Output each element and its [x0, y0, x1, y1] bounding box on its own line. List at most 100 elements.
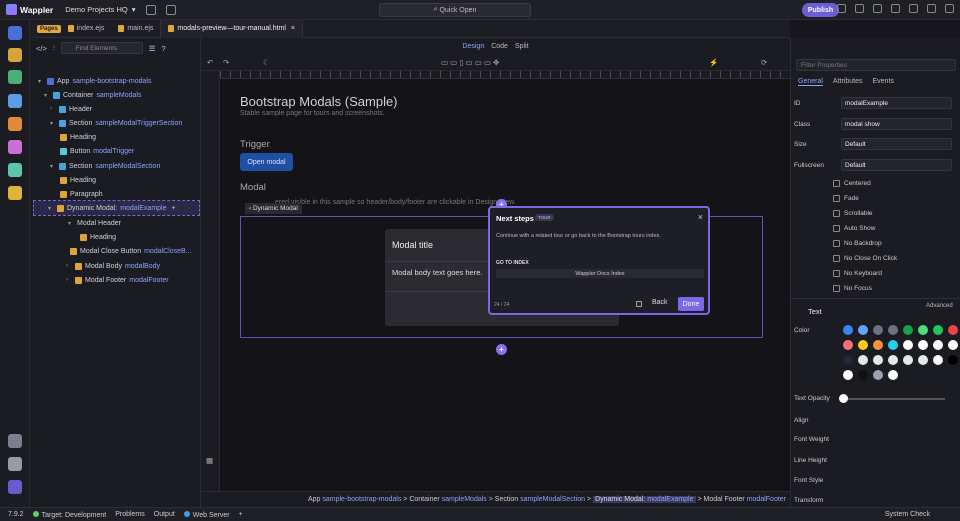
dynamic-modal-tag[interactable]: ‹ Dynamic Modal — [245, 203, 302, 214]
split-view-tab[interactable]: Split — [515, 43, 529, 50]
redo-icon[interactable]: ↷ — [223, 58, 229, 67]
filter-icon[interactable]: ⫶ — [53, 43, 55, 53]
structure-icon[interactable] — [8, 70, 22, 84]
open-modal-button[interactable]: Open modal — [240, 153, 293, 171]
color-swatch[interactable] — [843, 340, 853, 350]
size-select[interactable]: Default — [841, 138, 952, 150]
settings-icon[interactable] — [145, 4, 156, 15]
tree-item-heading[interactable]: Heading — [80, 230, 116, 244]
tree-item-app[interactable]: ▾ App sample-bootstrap-modals — [38, 74, 151, 88]
color-swatch[interactable] — [858, 355, 868, 365]
help-icon[interactable]: ? — [161, 44, 165, 53]
undo-icon[interactable]: ↶ — [207, 58, 213, 67]
color-swatch[interactable] — [858, 370, 868, 380]
tab-general[interactable]: General — [798, 78, 823, 86]
publish-button[interactable]: Publish — [802, 3, 839, 17]
workflows-icon[interactable] — [8, 48, 22, 62]
gear-icon[interactable] — [8, 457, 22, 471]
output-button[interactable]: Output — [154, 511, 175, 518]
add-icon[interactable]: + — [170, 205, 175, 212]
tree-item-header[interactable]: › Header — [50, 102, 92, 116]
tab-events[interactable]: Events — [872, 78, 893, 86]
no-focus-checkbox[interactable]: No Focus — [833, 285, 872, 292]
insert-plus-icon[interactable]: + — [496, 344, 507, 355]
color-swatch[interactable] — [888, 340, 898, 350]
dark-mode-icon[interactable]: ☾ — [263, 58, 270, 67]
color-swatch[interactable] — [858, 325, 868, 335]
color-swatch[interactable] — [918, 340, 928, 350]
find-elements-input[interactable]: Find Elements — [60, 42, 143, 54]
back-button[interactable]: Back — [652, 299, 668, 306]
tab-attributes[interactable]: Attributes — [833, 78, 863, 86]
target-selector[interactable]: Target: Development — [32, 510, 106, 519]
tree-item-heading[interactable]: Heading — [60, 130, 96, 144]
tree-item-paragraph[interactable]: Paragraph — [60, 187, 103, 201]
class-field[interactable]: modal show — [841, 118, 952, 130]
color-swatch[interactable] — [873, 355, 883, 365]
system-check-button[interactable]: System Check — [885, 511, 930, 518]
tree-item-heading[interactable]: Heading — [60, 173, 96, 187]
account-icon[interactable] — [8, 480, 22, 494]
done-button[interactable]: Done — [678, 297, 704, 311]
crumb-name[interactable]: sample-bootstrap-modals — [322, 496, 401, 503]
minimize-icon[interactable] — [909, 4, 918, 13]
book-icon[interactable] — [855, 4, 864, 13]
crumb-label[interactable]: Modal Footer — [704, 496, 745, 503]
no-close-checkbox[interactable]: No Close On Click — [833, 255, 897, 262]
no-backdrop-checkbox[interactable]: No Backdrop — [833, 240, 882, 247]
tree-item-modal-body[interactable]: › Modal Body modalBody — [66, 259, 160, 273]
no-keyboard-checkbox[interactable]: No Keyboard — [833, 270, 882, 277]
close-icon[interactable]: × — [289, 25, 295, 32]
color-swatch[interactable] — [933, 355, 943, 365]
color-swatch[interactable] — [918, 325, 928, 335]
color-swatch[interactable] — [903, 325, 913, 335]
filter-properties-input[interactable]: Filter Properties — [796, 59, 956, 71]
maximize-icon[interactable] — [927, 4, 936, 13]
color-swatch[interactable] — [948, 340, 958, 350]
list-icon[interactable]: ☰ — [149, 44, 156, 53]
project-selector[interactable]: Demo Projects HQ ▾ — [65, 4, 176, 15]
color-swatch[interactable] — [843, 325, 853, 335]
fullscreen-select[interactable]: Default — [841, 159, 952, 171]
color-swatch[interactable] — [903, 340, 913, 350]
tree-item-section-trigger[interactable]: ▾ Section sampleModalTriggerSection — [50, 116, 182, 130]
quick-open-button[interactable]: ⌕ Quick Open — [379, 3, 531, 17]
crumb-current[interactable]: Dynamic Modal: modalExample — [593, 496, 696, 503]
centered-checkbox[interactable]: Centered — [833, 180, 871, 187]
tree-item-dynamic-modal[interactable]: ▾ Dynamic Modal: modalExample + — [33, 200, 200, 216]
robot-icon[interactable] — [8, 186, 22, 200]
crumb-label[interactable]: App — [308, 496, 320, 503]
bolt-icon[interactable]: ⚡ — [709, 58, 718, 67]
tree-item-modal-close[interactable]: Modal Close Button modalCloseB... — [70, 244, 192, 258]
fade-checkbox[interactable]: Fade — [833, 195, 859, 202]
tour-checkbox[interactable] — [636, 301, 642, 307]
scrollable-checkbox[interactable]: Scrollable — [833, 210, 873, 217]
refresh-icon[interactable]: ⟳ — [761, 58, 767, 67]
color-swatch[interactable] — [888, 355, 898, 365]
pages-icon[interactable] — [8, 26, 22, 40]
color-swatch[interactable] — [843, 370, 853, 380]
cloud-icon[interactable] — [165, 4, 176, 15]
grid-icon[interactable]: ▦ — [206, 456, 213, 465]
opacity-slider-handle[interactable] — [839, 394, 848, 403]
color-swatch[interactable] — [873, 370, 883, 380]
color-swatch[interactable] — [858, 340, 868, 350]
color-swatch[interactable] — [933, 325, 943, 335]
tab-main[interactable]: main.ejs — [111, 20, 160, 38]
bell-icon[interactable] — [891, 4, 900, 13]
code-view-tab[interactable]: Code — [491, 43, 508, 50]
tree-item-button[interactable]: Button modalTrigger — [60, 144, 134, 158]
color-swatch[interactable] — [843, 355, 853, 365]
color-swatch[interactable] — [933, 340, 943, 350]
crumb-label[interactable]: Section — [495, 496, 518, 503]
crumb-name[interactable]: sampleModals — [442, 496, 487, 503]
web-server-button[interactable]: Web Server — [183, 510, 230, 519]
tree-item-modal-header[interactable]: ▾ Modal Header — [68, 216, 121, 230]
drop-icon[interactable] — [873, 4, 882, 13]
tree-item-modal-footer[interactable]: › Modal Footer modalFooter — [66, 273, 169, 287]
layout-icon[interactable] — [837, 4, 846, 13]
tab-modals-preview[interactable]: modals-preview—tour-manual.html × — [160, 19, 303, 38]
crumb-name[interactable]: sampleModalSection — [520, 496, 585, 503]
design-view-tab[interactable]: Design — [462, 43, 484, 50]
color-swatch[interactable] — [888, 370, 898, 380]
